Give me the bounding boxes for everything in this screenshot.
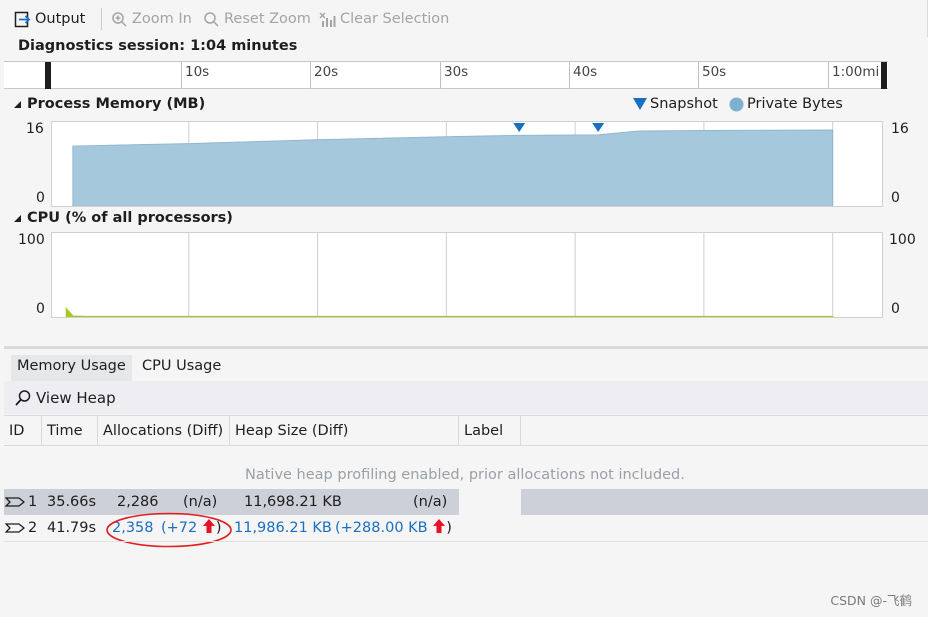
- collapse-triangle-icon[interactable]: [12, 99, 22, 109]
- highlight-ellipse: [106, 512, 232, 548]
- cell-heap-size: 11,698.21 KB: [244, 494, 342, 510]
- zoom-in-label: Zoom In: [132, 11, 192, 27]
- memory-y-min-right: 0: [891, 190, 900, 206]
- memory-chart-title[interactable]: Process Memory (MB): [12, 96, 205, 112]
- ruler-tick: [181, 62, 182, 89]
- cpu-chart-title-text: CPU (% of all processors): [27, 210, 233, 226]
- ruler-end-handle[interactable]: [881, 62, 887, 89]
- details-panel: Memory Usage CPU Usage View Heap ID Time…: [4, 346, 928, 617]
- cell-time: 41.79s: [47, 520, 97, 536]
- heap-size-link[interactable]: 11,986.21 KB: [234, 515, 332, 541]
- private-bytes-dot-icon: [729, 97, 744, 111]
- output-button[interactable]: Output: [14, 8, 85, 30]
- ruler-tick: [698, 62, 699, 89]
- output-icon: [14, 11, 31, 27]
- increase-arrow-icon: [433, 519, 446, 533]
- reset-zoom-button[interactable]: Reset Zoom: [203, 8, 311, 30]
- row-divider: [4, 541, 928, 542]
- memory-chart-title-text: Process Memory (MB): [27, 96, 206, 112]
- ruler-label: 30s: [444, 64, 469, 80]
- column-header-time[interactable]: Time: [42, 416, 98, 446]
- clear-selection-button[interactable]: Clear Selection: [319, 8, 449, 30]
- toolbar-separator: [101, 8, 102, 30]
- memory-y-min-left: 0: [36, 190, 45, 206]
- ruler-label: 10s: [185, 64, 210, 80]
- legend-snapshot: Snapshot: [633, 96, 718, 112]
- reset-zoom-label: Reset Zoom: [224, 11, 311, 27]
- info-row: Native heap profiling enabled, prior all…: [4, 447, 928, 489]
- ruler-tick: [440, 62, 441, 89]
- ruler-label: 40s: [573, 64, 598, 80]
- view-heap-button[interactable]: View Heap: [4, 381, 928, 414]
- snapshot-marker[interactable]: [513, 123, 526, 132]
- clear-selection-label: Clear Selection: [340, 11, 450, 27]
- tab-memory-usage[interactable]: Memory Usage: [11, 355, 132, 381]
- legend-private-label: Private Bytes: [747, 96, 843, 112]
- memory-y-max-right: 16: [891, 121, 909, 137]
- cpu-chart-title[interactable]: CPU (% of all processors): [12, 210, 233, 226]
- heap-diff-close: ): [446, 520, 452, 536]
- snapshot-marker-icon: [633, 98, 647, 110]
- watermark: CSDN @-飞鹤: [830, 593, 912, 608]
- cpu-y-min-right: 0: [891, 301, 900, 317]
- cpu-plot[interactable]: [51, 232, 883, 318]
- column-header-heap-size[interactable]: Heap Size (Diff): [230, 416, 459, 446]
- cpu-y-max-right: 100: [889, 232, 916, 248]
- memory-plot[interactable]: [51, 121, 883, 207]
- reset-zoom-icon: [204, 11, 219, 27]
- ruler-label: 1:00mi: [832, 64, 880, 80]
- legend-private-bytes: Private Bytes: [729, 96, 843, 112]
- heap-diff-link[interactable]: (+288.00 KB ): [335, 515, 452, 541]
- private-bytes-area: [72, 129, 834, 206]
- clear-selection-icon: [319, 12, 336, 27]
- ruler-tick: [828, 62, 829, 89]
- snapshot-table: ID Time Allocations (Diff) Heap Size (Di…: [4, 415, 928, 617]
- column-header-allocations[interactable]: Allocations (Diff): [98, 416, 230, 446]
- snapshot-icon: [5, 497, 25, 507]
- zoom-in-icon: [112, 11, 127, 27]
- heap-diff-value: (+288.00 KB: [335, 520, 428, 536]
- memory-y-max-left: 16: [26, 121, 44, 137]
- snapshot-icon: [5, 523, 25, 533]
- cell-id: 2: [28, 520, 38, 536]
- output-label: Output: [35, 11, 86, 27]
- column-header-label[interactable]: Label: [459, 416, 521, 446]
- ruler-label: 50s: [702, 64, 727, 80]
- native-heap-info-message: Native heap profiling enabled, prior all…: [245, 467, 685, 483]
- time-ruler[interactable]: 10s 20s 30s 40s 50s 1:00mi: [4, 61, 888, 89]
- cell-label: [459, 489, 521, 515]
- column-header-id[interactable]: ID: [4, 416, 42, 446]
- snapshot-marker[interactable]: [592, 123, 605, 132]
- table-header: ID Time Allocations (Diff) Heap Size (Di…: [4, 415, 928, 446]
- collapse-triangle-icon[interactable]: [12, 213, 22, 223]
- ruler-tick: [569, 62, 570, 89]
- cpu-y-min-left: 0: [36, 301, 45, 317]
- legend-snapshot-label: Snapshot: [650, 96, 718, 112]
- cpu-y-max-left: 100: [18, 232, 45, 248]
- session-title: Diagnostics session: 1:04 minutes: [18, 38, 298, 54]
- cell-heap-diff: (n/a): [413, 494, 448, 510]
- zoom-in-button[interactable]: Zoom In: [111, 8, 192, 30]
- cell-id: 1: [28, 494, 38, 510]
- ruler-start-handle[interactable]: [45, 62, 51, 89]
- cpu-usage-line: [65, 307, 834, 317]
- tab-cpu-usage[interactable]: CPU Usage: [136, 355, 227, 381]
- ruler-label: 20s: [314, 64, 339, 80]
- diagnostics-toolbar: Output Zoom In Reset Zoom Clear Selectio…: [0, 0, 928, 37]
- search-icon: [15, 389, 31, 406]
- ruler-tick: [310, 62, 311, 89]
- view-heap-label: View Heap: [36, 388, 116, 407]
- cell-time: 35.66s: [47, 494, 97, 510]
